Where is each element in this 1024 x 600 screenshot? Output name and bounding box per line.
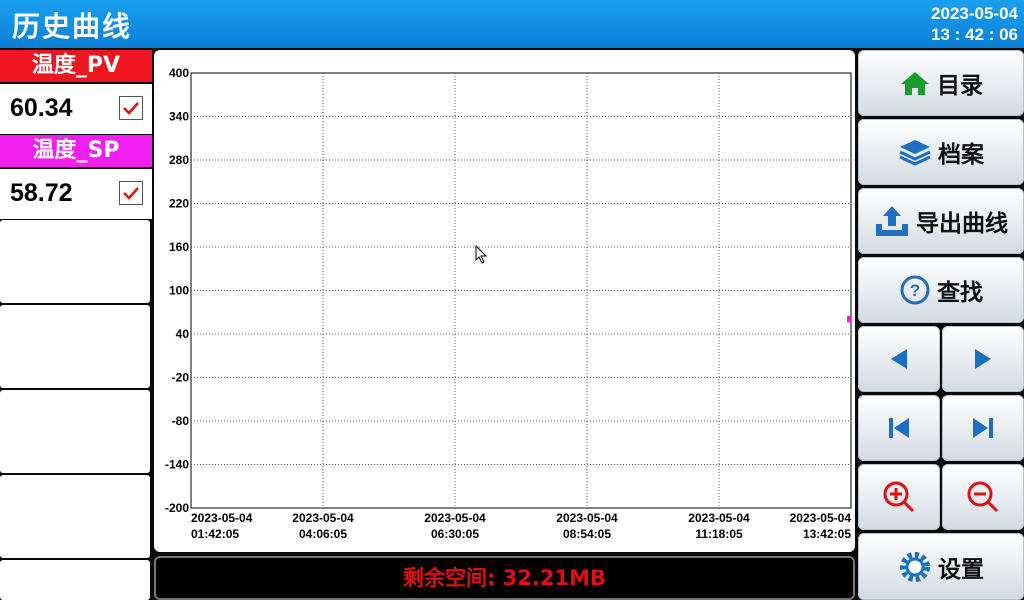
x-tick-time: 04:06:05 bbox=[299, 527, 347, 541]
zoom-in-icon bbox=[883, 481, 915, 513]
y-tick-label: 40 bbox=[176, 327, 190, 341]
archive-button-label: 档案 bbox=[938, 142, 984, 168]
channel-panel: 温度_PV 60.34 温度_SP 58.72 bbox=[0, 50, 152, 600]
title-bar: 历史曲线 2023-05-04 13 : 42 : 06 bbox=[0, 0, 1024, 48]
chart-panel[interactable]: 400 340 280 220 160 100 40 -20 -80 -140 -200 2023-… bbox=[154, 50, 855, 552]
channel-sp-checkbox[interactable] bbox=[119, 181, 143, 205]
channel-pv-value-box: 60.34 bbox=[0, 84, 152, 134]
y-tick-label: 160 bbox=[169, 240, 189, 254]
datetime-display: 2023-05-04 13 : 42 : 06 bbox=[931, 3, 1018, 45]
x-tick-date: 2023-05-04 bbox=[556, 511, 618, 525]
page-forward-button[interactable] bbox=[942, 326, 1024, 392]
zoom-out-button[interactable] bbox=[942, 464, 1024, 530]
channel-pv-checkbox[interactable] bbox=[119, 96, 143, 120]
export-curve-button[interactable]: 导出曲线 bbox=[858, 188, 1024, 254]
x-tick-date: 2023-05-04 bbox=[424, 511, 486, 525]
x-tick-time: 08:54:05 bbox=[563, 527, 611, 541]
y-tick-label: 100 bbox=[169, 284, 189, 298]
empty-channel-slot[interactable] bbox=[0, 475, 150, 558]
menu-button[interactable]: 目录 bbox=[858, 50, 1024, 116]
y-tick-label: -80 bbox=[172, 414, 190, 428]
jump-end-button[interactable] bbox=[942, 395, 1024, 461]
channel-sp-header[interactable]: 温度_SP bbox=[0, 135, 152, 167]
search-button[interactable]: ? 查找 bbox=[858, 257, 1024, 323]
y-tick-label: 220 bbox=[169, 197, 189, 211]
check-icon bbox=[123, 187, 139, 200]
history-chart[interactable]: 400 340 280 220 160 100 40 -20 -80 -140 -200 2023-… bbox=[154, 50, 855, 552]
storage-status: 剩余空间: 32.21MB bbox=[154, 556, 855, 600]
zoom-out-icon bbox=[967, 481, 999, 513]
jump-start-button[interactable] bbox=[858, 395, 940, 461]
y-tick-label: -20 bbox=[172, 371, 190, 385]
arrow-right-icon bbox=[975, 349, 991, 369]
settings-button[interactable]: 设置 bbox=[858, 533, 1024, 600]
archive-button[interactable]: 档案 bbox=[858, 119, 1024, 185]
page-title: 历史曲线 bbox=[12, 10, 133, 43]
svg-text:?: ? bbox=[910, 281, 920, 300]
x-tick-date: 2023-05-04 bbox=[790, 511, 852, 525]
check-icon bbox=[123, 102, 139, 115]
channel-pv-header[interactable]: 温度_PV bbox=[0, 50, 152, 82]
x-tick-date: 2023-05-04 bbox=[292, 511, 354, 525]
series-point bbox=[847, 317, 851, 323]
x-tick-date: 2023-05-04 bbox=[191, 511, 253, 525]
menu-button-label: 目录 bbox=[937, 73, 983, 99]
y-tick-label: 280 bbox=[169, 153, 189, 167]
home-icon bbox=[901, 72, 929, 95]
search-button-label: 查找 bbox=[937, 280, 983, 306]
settings-button-label: 设置 bbox=[938, 556, 984, 583]
page-back-button[interactable] bbox=[858, 326, 940, 392]
layers-icon bbox=[899, 140, 931, 166]
empty-channel-slot[interactable] bbox=[0, 560, 150, 600]
empty-channel-slot[interactable] bbox=[0, 305, 150, 388]
gear-icon bbox=[900, 551, 930, 582]
channel-sp-value: 58.72 bbox=[10, 179, 73, 207]
upload-icon bbox=[876, 206, 908, 236]
x-tick-time: 11:18:05 bbox=[695, 527, 743, 541]
y-tick-label: 340 bbox=[169, 110, 189, 124]
y-tick-label: -200 bbox=[165, 501, 189, 515]
x-tick-time: 01:42:05 bbox=[191, 527, 239, 541]
channel-pv-value: 60.34 bbox=[10, 94, 73, 122]
x-tick-date: 2023-05-04 bbox=[688, 511, 750, 525]
skip-end-icon bbox=[973, 418, 993, 438]
help-search-icon: ? bbox=[900, 275, 930, 305]
y-tick-label: 400 bbox=[169, 66, 189, 80]
arrow-left-icon bbox=[891, 349, 907, 369]
zoom-in-button[interactable] bbox=[858, 464, 940, 530]
empty-channel-slot[interactable] bbox=[0, 220, 150, 303]
x-tick-time: 06:30:05 bbox=[431, 527, 479, 541]
current-date: 2023-05-04 bbox=[931, 4, 1018, 23]
export-curve-button-label: 导出曲线 bbox=[916, 211, 1008, 237]
x-tick-time: 13:42:05 bbox=[803, 527, 851, 541]
channel-sp-value-box: 58.72 bbox=[0, 169, 152, 219]
skip-start-icon bbox=[889, 418, 909, 438]
empty-channel-slot[interactable] bbox=[0, 390, 150, 473]
y-tick-label: -140 bbox=[165, 458, 189, 472]
current-time: 13 : 42 : 06 bbox=[931, 25, 1018, 44]
